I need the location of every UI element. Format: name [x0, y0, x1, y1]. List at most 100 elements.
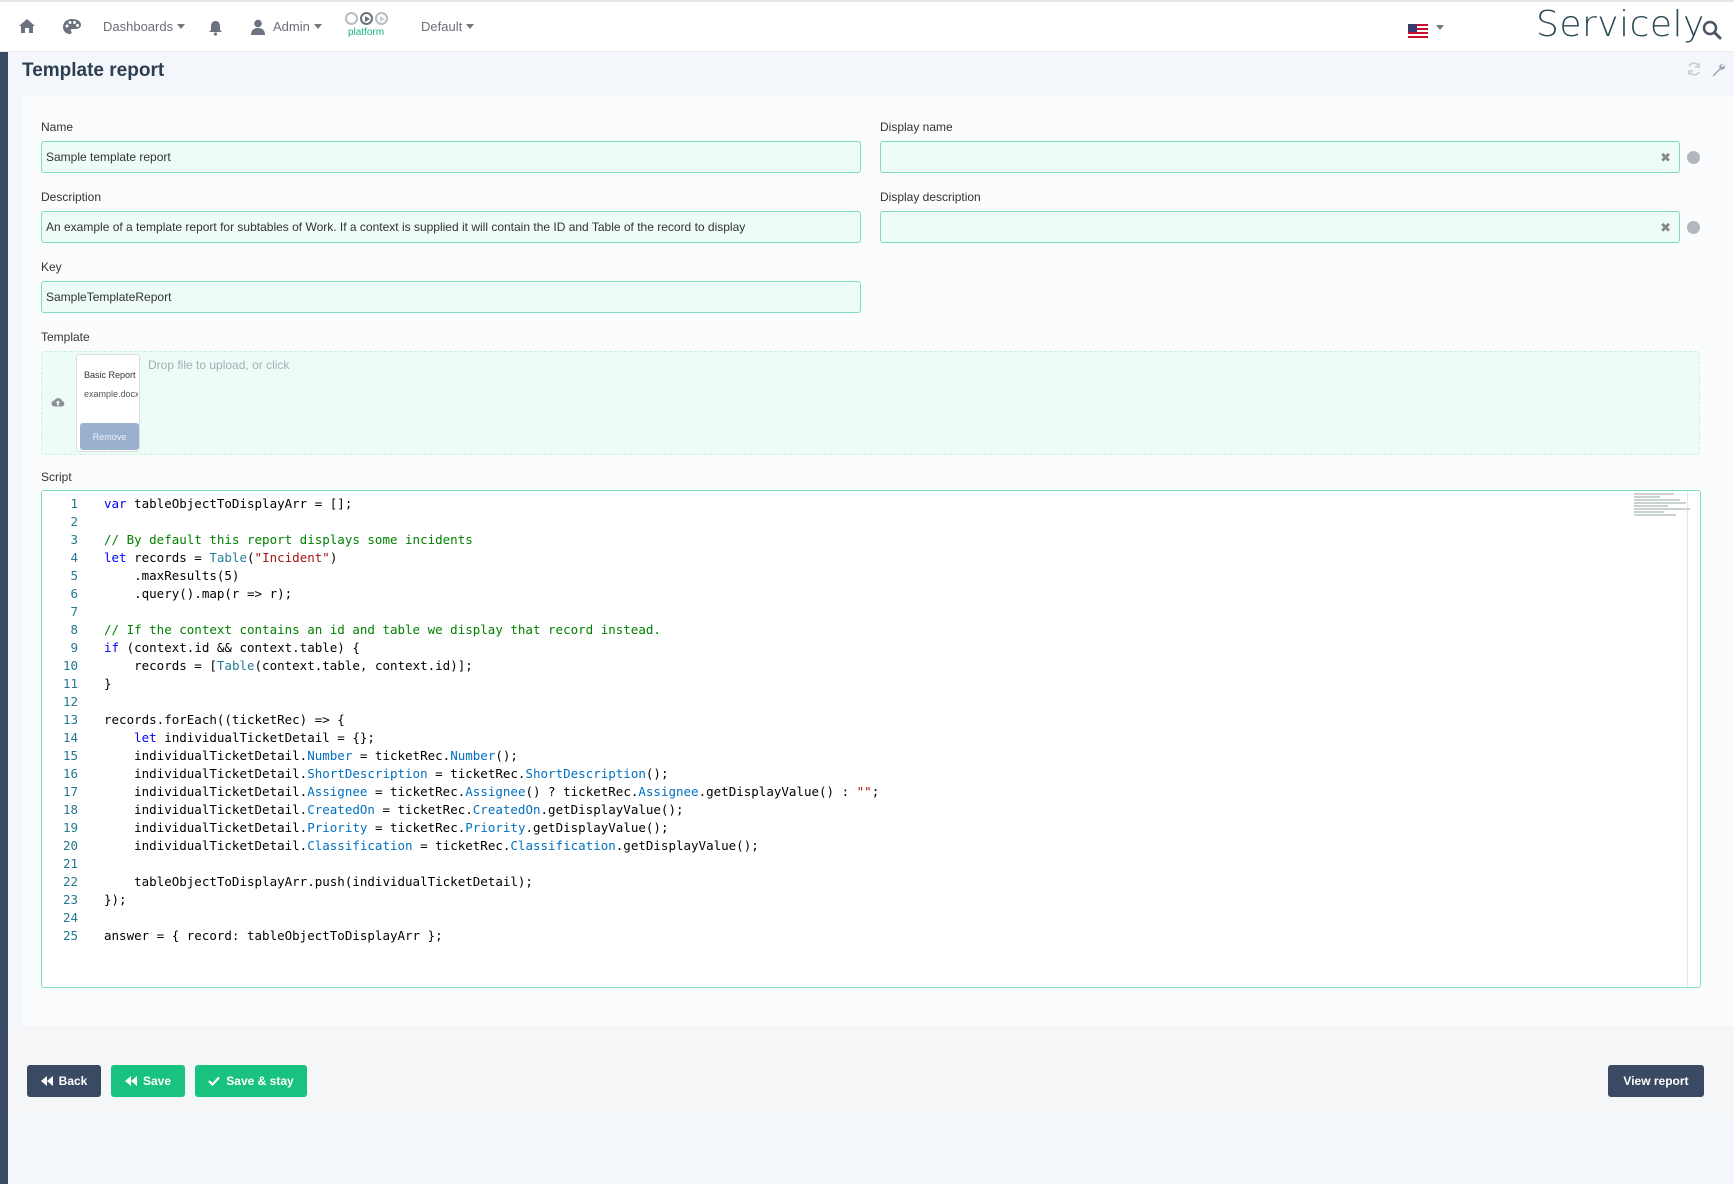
- editor-scrollbar[interactable]: [1687, 491, 1688, 987]
- key-input[interactable]: SampleTemplateReport: [41, 281, 861, 313]
- back-button-label: Back: [58, 1074, 88, 1088]
- play-disabled-icon: [374, 12, 388, 25]
- line-number: 13: [62, 712, 78, 727]
- code-text: records.forEach((ticketRec) => {: [104, 712, 345, 727]
- save-and-stay-button[interactable]: Save & stay: [195, 1065, 307, 1097]
- line-number: 5: [70, 568, 78, 583]
- code-line[interactable]: 23});: [42, 891, 1642, 909]
- template-dropzone[interactable]: Basic Report example.docx Remove Drop fi…: [41, 351, 1700, 455]
- line-number: 19: [62, 820, 78, 835]
- back-button[interactable]: Back: [27, 1065, 101, 1097]
- line-number: 20: [62, 838, 78, 853]
- code-text: answer = { record: tableObjectToDisplayA…: [104, 928, 443, 943]
- code-line[interactable]: 3 // By default this report displays some…: [42, 531, 1642, 549]
- description-label: Description: [41, 190, 102, 204]
- search-icon[interactable]: [1702, 20, 1722, 43]
- code-line[interactable]: 17 individualTicketDetail.Assignee = tic…: [42, 783, 1642, 801]
- check-icon: [208, 1076, 221, 1086]
- display-description-input[interactable]: ✖: [880, 211, 1680, 243]
- code-line[interactable]: 24: [42, 909, 1642, 927]
- code-line[interactable]: 7: [42, 603, 1642, 621]
- line-number: 21: [62, 856, 78, 871]
- double-left-icon: [40, 1076, 53, 1086]
- wrench-icon[interactable]: [1711, 62, 1726, 82]
- refresh-icon[interactable]: [1687, 62, 1701, 82]
- globe-icon[interactable]: [1687, 221, 1700, 234]
- chevron-down-icon: [466, 24, 475, 29]
- dropzone-text: Drop file to upload, or click: [148, 358, 290, 372]
- code-text: individualTicketDetail.Priority = ticket…: [104, 820, 669, 835]
- view-report-label: View report: [1623, 1074, 1689, 1088]
- platform-switcher[interactable]: platform: [344, 12, 388, 38]
- code-line[interactable]: 2: [42, 513, 1642, 531]
- code-text: .maxResults(5): [104, 568, 240, 583]
- language-chevron-icon[interactable]: [1436, 25, 1444, 30]
- display-description-label: Display description: [880, 190, 981, 204]
- home-icon[interactable]: [18, 18, 36, 34]
- line-number: 15: [62, 748, 78, 763]
- code-line[interactable]: 18 individualTicketDetail.CreatedOn = ti…: [42, 801, 1642, 819]
- file-subtitle: example.docx: [84, 389, 138, 399]
- save-and-stay-label: Save & stay: [226, 1074, 294, 1088]
- description-input-value: An example of a template report for subt…: [46, 220, 746, 234]
- description-input[interactable]: An example of a template report for subt…: [41, 211, 861, 243]
- code-line[interactable]: 16 individualTicketDetail.ShortDescripti…: [42, 765, 1642, 783]
- script-editor[interactable]: 1 var tableObjectToDisplayArr = []; 2 3// B…: [41, 490, 1701, 988]
- code-line[interactable]: 13 records.forEach((ticketRec) => {: [42, 711, 1642, 729]
- code-line[interactable]: 14 let individualTicketDetail = {};: [42, 729, 1642, 747]
- code-line[interactable]: 21: [42, 855, 1642, 873]
- globe-icon[interactable]: [1687, 151, 1700, 164]
- code-line[interactable]: 19 individualTicketDetail.Priority = tic…: [42, 819, 1642, 837]
- code-line[interactable]: 10 records = [Table(context.table, conte…: [42, 657, 1642, 675]
- chevron-down-icon: [313, 24, 322, 29]
- code-text: individualTicketDetail.Assignee = ticket…: [104, 784, 880, 799]
- stop-icon: [344, 12, 358, 25]
- line-number: 3: [70, 532, 78, 547]
- code-line[interactable]: 1 var tableObjectToDisplayArr = [];: [42, 495, 1642, 513]
- editor-minimap[interactable]: [1634, 493, 1692, 523]
- line-number: 4: [70, 550, 78, 565]
- line-number: 11: [62, 676, 78, 691]
- page-title: Template report: [22, 60, 165, 81]
- script-label: Script: [41, 470, 72, 484]
- code-text: let records = Table("Incident"): [104, 550, 338, 565]
- code-line[interactable]: 20 individualTicketDetail.Classification…: [42, 837, 1642, 855]
- save-button[interactable]: Save: [111, 1065, 185, 1097]
- code-line[interactable]: 25 answer = { record: tableObjectToDispla…: [42, 927, 1642, 945]
- template-label: Template: [41, 330, 90, 344]
- code-line[interactable]: 12: [42, 693, 1642, 711]
- file-name: Basic Report: [84, 370, 136, 380]
- code-line[interactable]: 4 let records = Table("Incident"): [42, 549, 1642, 567]
- line-number: 7: [70, 604, 78, 619]
- line-number: 14: [62, 730, 78, 745]
- remove-file-button[interactable]: Remove: [80, 423, 139, 450]
- chevron-down-icon: [177, 24, 186, 29]
- code-line[interactable]: 8 // If the context contains an id and ta…: [42, 621, 1642, 639]
- cloud-upload-icon: [51, 394, 65, 412]
- code-line[interactable]: 6 .query().map(r => r);: [42, 585, 1642, 603]
- code-text: individualTicketDetail.CreatedOn = ticke…: [104, 802, 684, 817]
- line-number: 10: [62, 658, 78, 673]
- code-line[interactable]: 9 if (context.id && context.table) {: [42, 639, 1642, 657]
- admin-menu[interactable]: Admin: [251, 2, 322, 51]
- code-line[interactable]: 22 tableObjectToDisplayArr.push(individu…: [42, 873, 1642, 891]
- bell-icon[interactable]: [208, 20, 223, 36]
- code-text: individualTicketDetail.ShortDescription …: [104, 766, 669, 781]
- us-flag-icon[interactable]: [1408, 24, 1428, 38]
- code-line[interactable]: 5 .maxResults(5): [42, 567, 1642, 585]
- line-number: 12: [62, 694, 78, 709]
- name-input[interactable]: Sample template report: [41, 141, 861, 173]
- palette-icon[interactable]: [62, 18, 82, 36]
- line-number: 8: [70, 622, 78, 637]
- view-report-button[interactable]: View report: [1608, 1065, 1704, 1097]
- code-text: individualTicketDetail.Number = ticketRe…: [104, 748, 518, 763]
- code-line[interactable]: 15 individualTicketDetail.Number = ticke…: [42, 747, 1642, 765]
- default-menu[interactable]: Default: [421, 2, 475, 51]
- line-number: 2: [70, 514, 78, 529]
- clear-display-name-icon[interactable]: ✖: [1660, 150, 1671, 166]
- display-name-input[interactable]: ✖: [880, 141, 1680, 173]
- dashboards-menu[interactable]: Dashboards: [103, 2, 186, 51]
- code-line[interactable]: 11}: [42, 675, 1642, 693]
- clear-display-description-icon[interactable]: ✖: [1660, 220, 1671, 236]
- play-icon: [359, 12, 373, 25]
